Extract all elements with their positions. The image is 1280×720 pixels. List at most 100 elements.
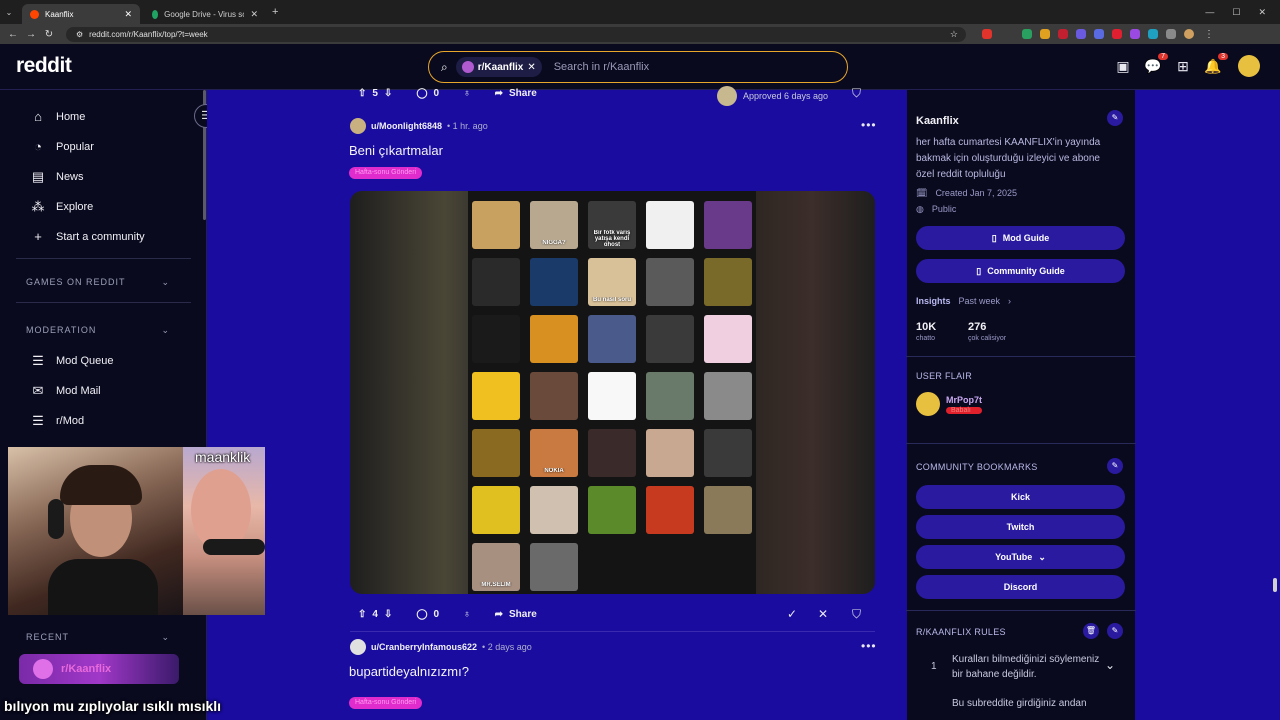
post-title[interactable]: Beni çıkartmalar xyxy=(349,143,443,158)
stream-subtitle: bılıyon mu zıplıyolar ısıklı mısıklı xyxy=(4,698,222,714)
upvote-icon[interactable]: ⇧ xyxy=(358,609,366,620)
sidebar-item-news[interactable]: ▤ News xyxy=(30,169,84,185)
more-options-icon[interactable]: ••• xyxy=(861,118,877,132)
extension-icon[interactable] xyxy=(1094,29,1104,39)
advertise-icon[interactable]: ▣ xyxy=(1114,58,1132,76)
time-text: 1 hr. ago xyxy=(452,121,488,131)
extension-icon[interactable] xyxy=(982,29,992,39)
comments-button[interactable]: ◯ 0 xyxy=(408,82,447,104)
moderation-section-header[interactable]: MODERATION ⌄ xyxy=(26,325,170,336)
post-title[interactable]: bupartideyalnızızmı? xyxy=(349,664,469,679)
site-info-icon[interactable]: ⚙ xyxy=(76,30,83,39)
more-options-icon[interactable]: ••• xyxy=(861,639,877,653)
shield-icon[interactable]: ⛉ xyxy=(852,607,861,622)
post-image[interactable]: NIGGA? Bir fotk varış yatışa kendi ghost B… xyxy=(350,191,875,594)
upvote-icon[interactable]: ⇧ xyxy=(358,88,366,99)
bookmark-kick-button[interactable]: Kick xyxy=(916,485,1125,509)
award-button[interactable]: ♁ xyxy=(455,603,479,625)
browser-tab-google-drive[interactable]: Google Drive - Virus scan warn... ✕ xyxy=(144,4,266,24)
approve-check-icon[interactable]: ✓ xyxy=(787,607,797,621)
search-bar[interactable]: ⌕ r/Kaanflix ✕ Search in r/Kaanflix xyxy=(428,51,848,83)
bookmark-twitch-button[interactable]: Twitch xyxy=(916,515,1125,539)
community-guide-button[interactable]: ▯ Community Guide xyxy=(916,259,1125,283)
reddit-logo[interactable]: reddit xyxy=(16,54,72,78)
new-tab-icon[interactable]: + xyxy=(272,6,278,18)
extension-icon[interactable] xyxy=(1166,29,1176,39)
recent-community-item[interactable]: r/Kaanflix xyxy=(19,654,179,684)
sidebar-item-explore[interactable]: ⁂ Explore xyxy=(30,199,94,215)
chat-badge: 7 xyxy=(1158,53,1168,60)
bookmark-star-icon[interactable]: ☆ xyxy=(950,29,958,40)
extension-icon[interactable] xyxy=(1058,29,1068,39)
close-window-icon[interactable]: ✕ xyxy=(1258,7,1266,18)
sidebar-item-home[interactable]: ⌂ Home xyxy=(30,109,85,124)
sticker xyxy=(472,201,520,249)
edit-icon[interactable]: ✎ xyxy=(1107,110,1123,126)
share-label: Share xyxy=(509,87,537,99)
shield-icon[interactable]: ⛉ xyxy=(852,86,861,101)
browser-tab-kaanflix[interactable]: Kaanflix ✕ xyxy=(22,4,140,24)
user-flair-heading: USER FLAIR xyxy=(916,371,973,381)
user-flair-row[interactable]: MrPop7t Babalı xyxy=(916,392,982,416)
close-tab-icon[interactable]: ✕ xyxy=(124,9,132,20)
author-avatar[interactable] xyxy=(350,118,366,134)
page-scrollbar[interactable] xyxy=(1273,578,1277,592)
search-scope-chip[interactable]: r/Kaanflix ✕ xyxy=(455,57,542,77)
author-avatar[interactable] xyxy=(350,639,366,655)
bookmark-discord-button[interactable]: Discord xyxy=(916,575,1125,599)
extension-icon[interactable] xyxy=(1076,29,1086,39)
button-label: Community Guide xyxy=(987,266,1065,276)
insights-period: Past week xyxy=(958,296,1001,306)
mod-guide-button[interactable]: ▯ Mod Guide xyxy=(916,226,1125,250)
sidebar-item-popular[interactable]: ◔ Popular xyxy=(30,139,94,154)
rule-item[interactable]: Bu subreddite girdiğiniz andan xyxy=(952,698,1087,709)
games-section-header[interactable]: GAMES ON REDDIT ⌄ xyxy=(26,277,170,288)
close-tab-icon[interactable]: ✕ xyxy=(250,9,258,20)
downvote-icon[interactable]: ⇩ xyxy=(384,609,392,620)
author-name[interactable]: u/CranberryInfamous622 xyxy=(371,642,477,652)
comments-button[interactable]: ◯ 0 xyxy=(408,603,447,625)
recent-section-header[interactable]: RECENT ⌄ xyxy=(26,632,170,643)
chrome-menu-icon[interactable]: ⋮ xyxy=(1204,29,1214,40)
insights-row[interactable]: Insights Past week › xyxy=(916,296,1011,306)
author-name[interactable]: u/Moonlight6848 xyxy=(371,121,442,131)
share-button[interactable]: ➦ Share xyxy=(487,82,545,104)
search-input[interactable]: Search in r/Kaanflix xyxy=(554,61,649,73)
sidebar-item-start-community[interactable]: + Start a community xyxy=(30,229,144,244)
notifications-icon[interactable]: 🔔 3 xyxy=(1204,53,1228,76)
extension-icon[interactable] xyxy=(1130,29,1140,39)
extension-icon[interactable] xyxy=(1022,29,1032,39)
sidebar-item-r-mod[interactable]: ☰ r/Mod xyxy=(30,413,84,429)
extension-icon[interactable] xyxy=(1112,29,1122,39)
user-avatar[interactable] xyxy=(1238,55,1260,77)
forward-icon[interactable]: → xyxy=(22,29,40,40)
search-scope-label: r/Kaanflix xyxy=(477,61,524,73)
remove-x-icon[interactable]: ✕ xyxy=(818,607,828,621)
delete-icon[interactable]: 🗑 xyxy=(1083,623,1099,639)
profile-avatar-icon[interactable] xyxy=(1184,29,1194,39)
sticker xyxy=(646,372,694,420)
url-field[interactable]: ⚙ reddit.com/r/Kaanflix/top/?t=week ☆ xyxy=(66,26,966,42)
reload-icon[interactable]: ↻ xyxy=(40,29,58,40)
sticker xyxy=(530,372,578,420)
chat-icon[interactable]: 💬 7 xyxy=(1144,53,1168,76)
maximize-icon[interactable]: ☐ xyxy=(1232,7,1240,18)
bookmark-youtube-button[interactable]: YouTube ⌄ xyxy=(916,545,1125,569)
minimize-icon[interactable]: — xyxy=(1205,7,1214,18)
edit-icon[interactable]: ✎ xyxy=(1107,623,1123,639)
create-post-icon[interactable]: ⊞ xyxy=(1174,58,1192,76)
remove-scope-icon[interactable]: ✕ xyxy=(527,62,535,73)
extension-icon[interactable] xyxy=(1040,29,1050,39)
edit-icon[interactable]: ✎ xyxy=(1107,458,1123,474)
award-button[interactable]: ♁ xyxy=(455,82,479,104)
sidebar-item-mod-queue[interactable]: ☰ Mod Queue xyxy=(30,353,113,369)
explore-icon: ⁂ xyxy=(31,199,45,214)
back-icon[interactable]: ← xyxy=(4,29,22,40)
sticker xyxy=(588,429,636,477)
post-header: u/CranberryInfamous622 • 2 days ago xyxy=(350,639,532,655)
share-button[interactable]: ➦ Share xyxy=(487,603,545,625)
sidebar-item-mod-mail[interactable]: ✉ Mod Mail xyxy=(30,383,101,399)
downvote-icon[interactable]: ⇩ xyxy=(384,88,392,99)
extension-icon[interactable] xyxy=(1148,29,1158,39)
tab-search-icon[interactable]: ⌄ xyxy=(0,8,18,17)
